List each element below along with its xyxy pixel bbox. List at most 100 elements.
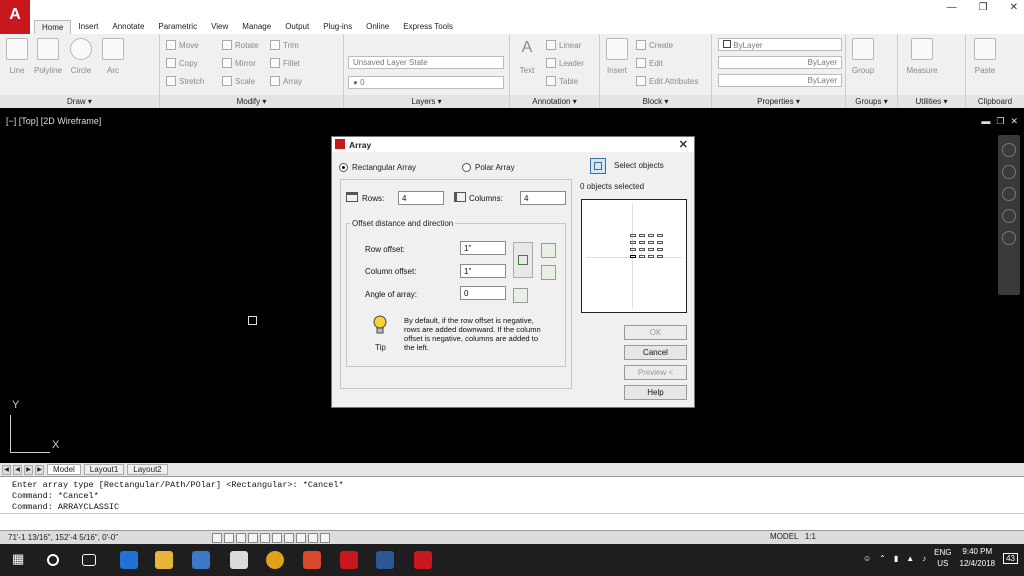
create-block-button[interactable]: Create xyxy=(636,40,673,50)
restore-viewport-icon[interactable]: ❐ xyxy=(996,116,1004,127)
pick-column-offset-button[interactable] xyxy=(541,265,556,280)
viewport-controls-label[interactable]: [−] [Top] [2D Wireframe] xyxy=(6,116,101,126)
scale-button[interactable]: Scale xyxy=(222,76,255,86)
network-icon[interactable]: ▲ xyxy=(906,554,914,563)
showmotion-icon[interactable] xyxy=(1002,231,1016,245)
rotate-button[interactable]: Rotate xyxy=(222,40,259,50)
restore-icon[interactable]: ❐ xyxy=(979,2,988,13)
store-icon[interactable] xyxy=(192,551,210,569)
pick-both-offsets-button[interactable] xyxy=(513,242,533,278)
fillet-button[interactable]: Fillet xyxy=(270,58,300,68)
word-icon[interactable] xyxy=(376,551,394,569)
block-panel-title[interactable]: Block ▾ xyxy=(600,95,711,108)
windows-start-icon[interactable]: ▦ xyxy=(12,551,30,569)
paste-button[interactable]: Paste xyxy=(970,38,1000,75)
column-offset-input[interactable]: 1" xyxy=(460,264,506,278)
line-button[interactable]: Line xyxy=(2,38,32,75)
modify-panel-title[interactable]: Modify ▾ xyxy=(160,95,343,108)
tab-output[interactable]: Output xyxy=(278,20,316,34)
group-button[interactable]: Group xyxy=(848,38,878,75)
edge-browser-icon[interactable] xyxy=(120,551,138,569)
minimize-viewport-icon[interactable]: ▬ xyxy=(981,116,990,127)
angle-input[interactable]: 0 xyxy=(460,286,506,300)
help-button[interactable]: Help xyxy=(624,385,687,400)
copy-button[interactable]: Copy xyxy=(166,58,198,68)
orbit-icon[interactable] xyxy=(1002,209,1016,223)
first-layout-icon[interactable]: ◀ xyxy=(2,464,11,475)
people-icon[interactable]: ☺ xyxy=(863,554,871,563)
red-app-icon[interactable] xyxy=(303,551,321,569)
pick-row-offset-button[interactable] xyxy=(541,243,556,258)
color-dropdown[interactable]: ByLayer xyxy=(718,38,842,51)
tab-parametric[interactable]: Parametric xyxy=(151,20,204,34)
zoom-icon[interactable] xyxy=(1002,187,1016,201)
steering-wheel-icon[interactable] xyxy=(1002,143,1016,157)
mail-icon[interactable] xyxy=(230,551,248,569)
table-button[interactable]: Table xyxy=(546,76,578,86)
annotation-scale[interactable]: 1:1 xyxy=(805,532,816,541)
tab-online[interactable]: Online xyxy=(359,20,396,34)
snap-mode-icon[interactable] xyxy=(212,532,222,543)
layers-panel-title[interactable]: Layers ▾ xyxy=(344,95,509,108)
tab-manage[interactable]: Manage xyxy=(235,20,278,34)
next-layout-icon[interactable]: ▶ xyxy=(24,464,33,475)
ok-button[interactable]: OK xyxy=(624,325,687,340)
taskbar-clock[interactable]: 9:40 PM 12/4/2018 xyxy=(960,546,996,570)
action-center-icon[interactable]: 43 xyxy=(1003,552,1018,564)
tab-plug-ins[interactable]: Plug-ins xyxy=(316,20,359,34)
layout-tab-layout1[interactable]: Layout1 xyxy=(83,464,125,475)
application-menu-button[interactable]: A xyxy=(0,0,30,34)
arc-button[interactable]: Arc xyxy=(98,38,128,75)
pan-icon[interactable] xyxy=(1002,165,1016,179)
last-layout-icon[interactable]: ▶ xyxy=(35,464,44,475)
previous-layout-icon[interactable]: ◀ xyxy=(13,464,22,475)
insert-button[interactable]: Insert xyxy=(602,38,632,75)
layout-tab-model[interactable]: Model xyxy=(47,464,81,475)
layout-tab-layout2[interactable]: Layout2 xyxy=(127,464,168,475)
autocad-taskbar-icon[interactable] xyxy=(414,551,432,569)
groups-panel-title[interactable]: Groups ▾ xyxy=(846,95,897,108)
polar-tracking-icon[interactable] xyxy=(248,532,258,543)
linear-button[interactable]: Linear xyxy=(546,40,581,50)
minimize-icon[interactable]: — xyxy=(947,2,957,13)
model-space-button[interactable]: MODEL 1:1 xyxy=(770,532,816,541)
polar-array-radio[interactable]: Polar Array xyxy=(462,163,515,172)
text-button[interactable]: A Text xyxy=(512,38,542,75)
utilities-panel-title[interactable]: Utilities ▾ xyxy=(898,95,965,108)
mirror-button[interactable]: Mirror xyxy=(222,58,256,68)
layer-state-dropdown[interactable]: Unsaved Layer State xyxy=(348,56,504,69)
rows-input[interactable]: 4 xyxy=(398,191,444,205)
layer-dropdown[interactable]: ● 0 xyxy=(348,76,504,89)
polyline-button[interactable]: Polyline xyxy=(32,38,64,75)
search-icon[interactable] xyxy=(47,554,59,566)
row-offset-input[interactable]: 1" xyxy=(460,241,506,255)
edit-attributes-button[interactable]: Edit Attributes xyxy=(636,76,698,86)
array-button[interactable]: Array xyxy=(270,76,302,86)
command-input[interactable] xyxy=(0,513,1024,530)
chrome-icon[interactable] xyxy=(266,551,284,569)
tab-home[interactable]: Home xyxy=(34,20,72,34)
measure-button[interactable]: Measure xyxy=(904,38,940,75)
tab-view[interactable]: View xyxy=(204,20,235,34)
properties-panel-title[interactable]: Properties ▾ xyxy=(712,95,845,108)
close-icon[interactable]: ✕ xyxy=(1010,2,1018,13)
quick-properties-icon[interactable] xyxy=(320,532,330,543)
dynamic-input-icon[interactable] xyxy=(296,532,306,543)
tab-annotate[interactable]: Annotate xyxy=(105,20,151,34)
volume-icon[interactable]: ♪ xyxy=(922,554,926,563)
keyboard-language[interactable]: ENG US xyxy=(934,547,951,569)
sketchup-icon[interactable] xyxy=(340,551,358,569)
edit-block-button[interactable]: Edit xyxy=(636,58,663,68)
object-snap-tracking-icon[interactable] xyxy=(272,532,282,543)
rectangular-array-radio[interactable]: Rectangular Array xyxy=(339,163,416,172)
columns-input[interactable]: 4 xyxy=(520,191,566,205)
leader-button[interactable]: Leader xyxy=(546,58,584,68)
circle-button[interactable]: Circle xyxy=(66,38,96,75)
lineweight-dropdown[interactable]: ByLayer xyxy=(718,74,842,87)
trim-button[interactable]: Trim xyxy=(270,40,299,50)
tab-express-tools[interactable]: Express Tools xyxy=(396,20,460,34)
battery-icon[interactable]: ▮ xyxy=(894,554,898,563)
stretch-button[interactable]: Stretch xyxy=(166,76,204,86)
ortho-mode-icon[interactable] xyxy=(236,532,246,543)
file-explorer-icon[interactable] xyxy=(155,551,173,569)
